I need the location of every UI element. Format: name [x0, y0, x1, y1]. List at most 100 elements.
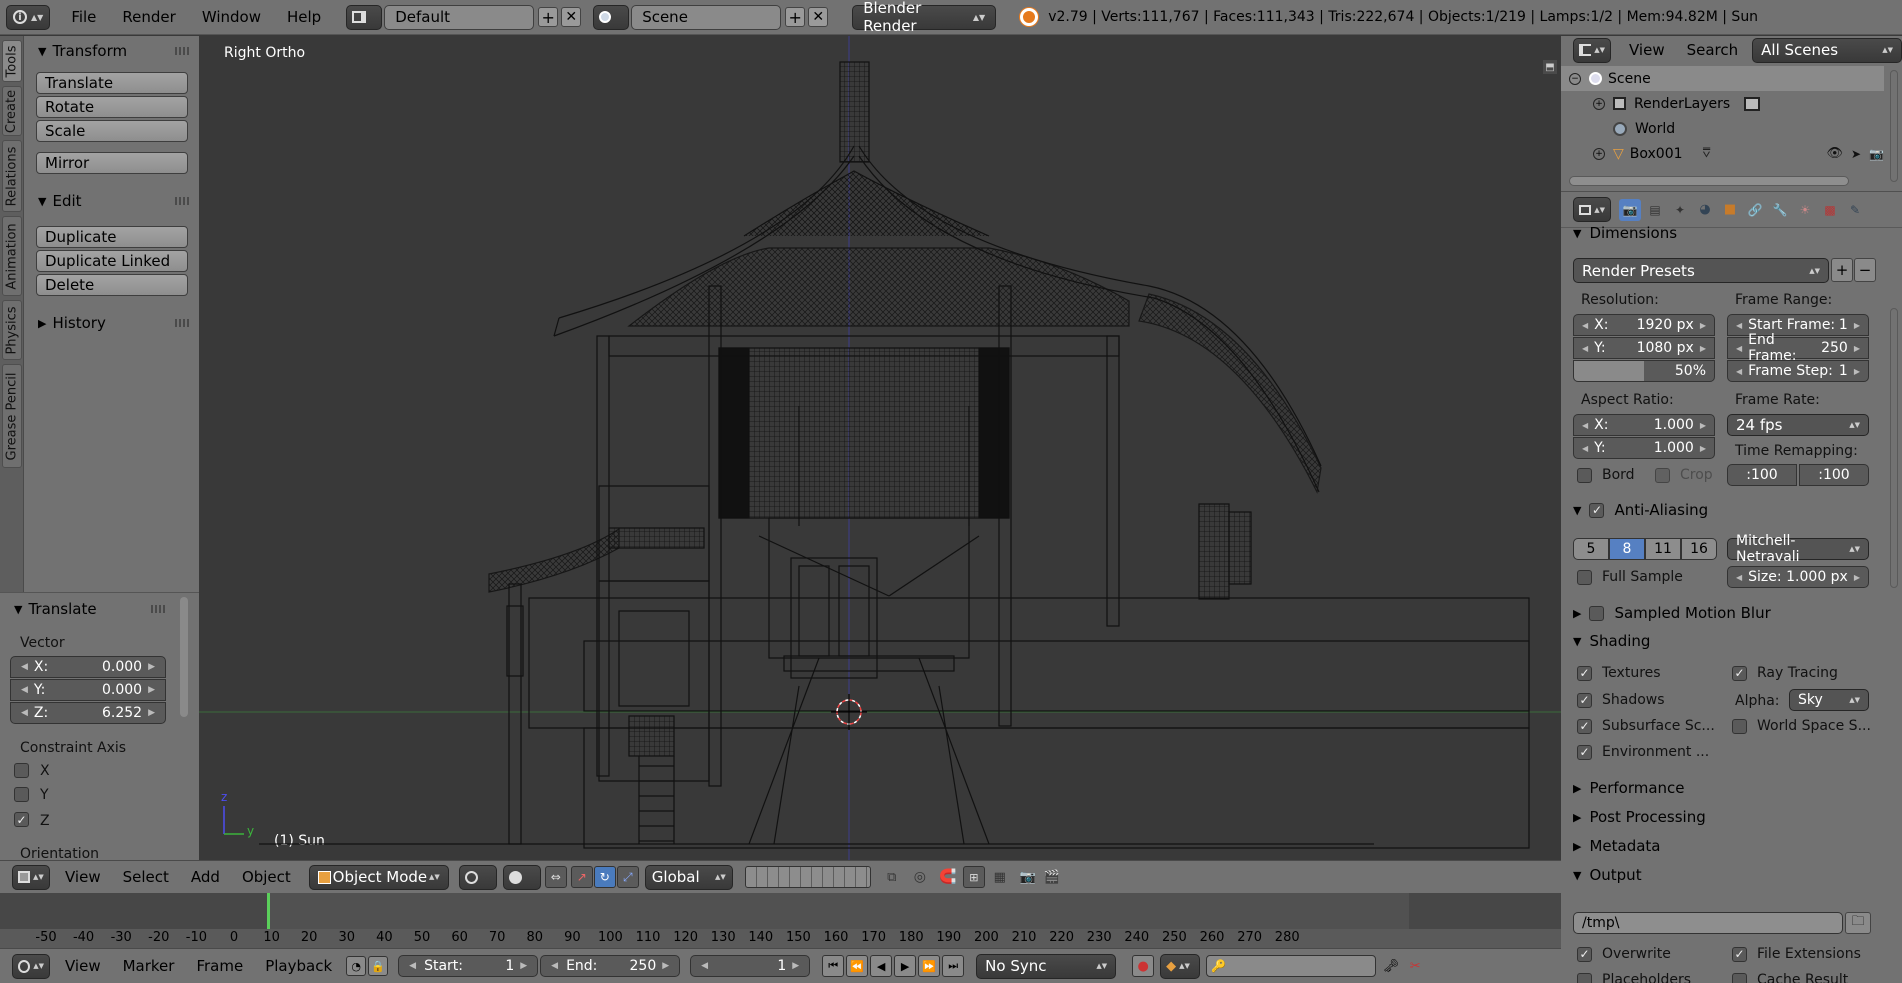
expand-toggle-icon[interactable]: + — [1593, 147, 1605, 160]
add-scene-icon[interactable]: + — [785, 7, 806, 27]
increment-arrow-icon[interactable]: ▶ — [1700, 421, 1706, 430]
outliner-row-box001[interactable]: + ▽ Box001 ⩢ 👁 ➤ 📷 — [1561, 141, 1884, 166]
jump-start-icon[interactable]: ⏮ — [822, 955, 845, 977]
scene-context-icon[interactable]: ✦ — [1669, 199, 1691, 221]
decrement-arrow-icon[interactable]: ◀ — [1582, 344, 1588, 353]
increment-arrow-icon[interactable]: ▶ — [1700, 321, 1706, 330]
screen-layout-icon-button[interactable] — [346, 4, 383, 30]
decrement-arrow-icon[interactable]: ◀ — [21, 685, 28, 695]
outliner-row-world[interactable]: World — [1561, 116, 1884, 141]
modifiers-context-icon[interactable]: 🔧 — [1769, 199, 1791, 221]
increment-arrow-icon[interactable]: ▶ — [1854, 321, 1860, 330]
lock-layers-icon[interactable]: ⧉ — [881, 866, 903, 888]
timeline-menu-playback[interactable]: Playback — [265, 957, 332, 975]
aa-filter-select[interactable]: Mitchell-Netravali ▲▼ — [1727, 533, 1869, 565]
world-context-icon[interactable]: ◕ — [1694, 199, 1716, 221]
3d-cursor-icon[interactable] — [831, 694, 867, 730]
motion-blur-checkbox[interactable] — [1589, 605, 1605, 621]
scale-button[interactable]: Scale — [36, 120, 188, 142]
close-scene-icon[interactable]: ✕ — [808, 7, 829, 27]
rotate-manipulator-icon[interactable]: ↻ — [593, 866, 616, 888]
vector-x-field[interactable]: ◀ X: 0.000 ▶ — [10, 656, 166, 678]
increment-arrow-icon[interactable]: ▶ — [148, 685, 155, 695]
editor-type-button[interactable]: ▲▼ — [12, 953, 50, 979]
remove-preset-icon[interactable]: − — [1854, 258, 1876, 282]
visibility-eye-icon[interactable]: 👁 — [1826, 146, 1843, 161]
menu-window[interactable]: Window — [189, 8, 274, 26]
panel-history-header[interactable]: ▶ History — [24, 310, 199, 336]
outliner-scrollbar[interactable] — [1890, 70, 1898, 182]
crop-checkbox[interactable] — [1655, 467, 1670, 483]
constraints-context-icon[interactable]: 🔗 — [1744, 199, 1766, 221]
decrement-arrow-icon[interactable]: ◀ — [1736, 573, 1742, 582]
proportional-edit-icon[interactable]: ◎ — [909, 866, 931, 888]
translate-manipulator-icon[interactable]: ↗ — [570, 866, 593, 888]
viewport-shading-select[interactable] — [458, 864, 497, 890]
tab-tools[interactable]: Tools — [2, 40, 22, 82]
increment-arrow-icon[interactable]: ▶ — [792, 961, 799, 971]
menu-view[interactable]: View — [65, 868, 101, 886]
layer-buttons[interactable] — [744, 866, 871, 888]
opengl-anim-icon[interactable]: 🎬 — [1041, 866, 1063, 888]
current-frame-field[interactable]: ◀ 1 ▶ — [690, 955, 811, 977]
menu-object[interactable]: Object — [242, 868, 291, 886]
anti-aliasing-checkbox[interactable]: ✓ — [1589, 502, 1605, 518]
panel-translate-header[interactable]: ▼ Translate — [0, 596, 175, 622]
outliner-row-scene[interactable]: − Scene — [1561, 66, 1884, 91]
aspect-y-field[interactable]: ◀ Y: 1.000 ▶ — [1573, 437, 1715, 459]
editor-type-button[interactable]: ▲▼ — [12, 864, 50, 890]
scale-manipulator-icon[interactable]: ⤢ — [616, 866, 639, 888]
scene-icon-button[interactable] — [593, 4, 630, 30]
manipulator-toggle-icon[interactable]: ⇔ — [544, 866, 567, 888]
menu-file[interactable]: File — [58, 8, 109, 26]
border-option[interactable]: Bord — [1577, 467, 1635, 483]
constraint-z-checkbox[interactable]: ✓ — [14, 812, 29, 827]
alpha-mode-select[interactable]: Sky ▲▼ — [1789, 689, 1869, 711]
aa-sample-5[interactable]: 5 — [1573, 538, 1609, 560]
drag-grip-icon[interactable] — [175, 197, 189, 205]
subsurface-option[interactable]: ✓ Subsurface Sc... — [1577, 718, 1715, 734]
textures-checkbox[interactable]: ✓ — [1577, 665, 1592, 681]
expand-toggle-icon[interactable]: + — [1593, 97, 1605, 110]
decrement-arrow-icon[interactable]: ◀ — [21, 708, 28, 718]
panel-transform-header[interactable]: ▼ Transform — [24, 38, 199, 64]
start-frame-field[interactable]: ◀ Start: 1 ▶ — [398, 955, 539, 977]
output-path-field[interactable]: /tmp\ — [1573, 912, 1843, 934]
cache-result-checkbox[interactable] — [1732, 972, 1747, 983]
decrement-arrow-icon[interactable]: ◀ — [1736, 344, 1742, 353]
dimensions-section-header[interactable]: ▼ Dimensions — [1573, 220, 1893, 246]
decrement-arrow-icon[interactable]: ◀ — [1582, 444, 1588, 453]
physics-context-icon[interactable]: ✎ — [1844, 199, 1866, 221]
delete-keyframe-icon[interactable]: ✂ — [1404, 955, 1426, 977]
renderable-camera-icon[interactable]: 📷 — [1869, 147, 1884, 161]
drag-grip-icon[interactable] — [175, 319, 189, 327]
tab-animation[interactable]: Animation — [2, 216, 22, 296]
shadows-checkbox[interactable]: ✓ — [1577, 692, 1592, 708]
transform-orientation-select[interactable]: Global ▲▼ — [644, 864, 733, 890]
decrement-arrow-icon[interactable]: ◀ — [1582, 321, 1588, 330]
full-sample-option[interactable]: Full Sample — [1577, 569, 1683, 585]
editor-type-button[interactable]: ▲▼ — [1573, 197, 1611, 222]
menu-help[interactable]: Help — [274, 8, 334, 26]
decrement-arrow-icon[interactable]: ◀ — [1736, 367, 1742, 376]
end-frame-field[interactable]: ◀ End Frame: 250 ▶ — [1727, 332, 1869, 364]
resolution-y-field[interactable]: ◀ Y: 1080 px ▶ — [1573, 337, 1715, 359]
aspect-x-field[interactable]: ◀ X: 1.000 ▶ — [1573, 414, 1715, 436]
ray-tracing-option[interactable]: ✓ Ray Tracing — [1732, 665, 1838, 681]
interaction-mode-select[interactable]: Object Mode ▲▼ — [308, 864, 449, 890]
scene-field[interactable]: Scene — [631, 4, 782, 30]
translate-button[interactable]: Translate — [36, 72, 188, 94]
tab-relations[interactable]: Relations — [2, 140, 22, 212]
world-space-option[interactable]: World Space S... — [1732, 718, 1871, 734]
shading-section-header[interactable]: ▼ Shading — [1573, 628, 1893, 654]
ray-tracing-checkbox[interactable]: ✓ — [1732, 665, 1747, 681]
full-sample-checkbox[interactable] — [1577, 569, 1592, 585]
world-space-checkbox[interactable] — [1732, 718, 1747, 734]
textures-option[interactable]: ✓ Textures — [1577, 665, 1661, 681]
motion-blur-section-header[interactable]: ▶ Sampled Motion Blur — [1573, 600, 1893, 626]
render-layers-context-icon[interactable]: ▤ — [1644, 199, 1666, 221]
snap-element-icon[interactable]: ⊞ — [962, 866, 985, 888]
lock-icon[interactable]: 🔒 — [368, 956, 389, 976]
add-layout-icon[interactable]: + — [538, 7, 559, 27]
output-section-header[interactable]: ▼ Output — [1573, 862, 1893, 888]
